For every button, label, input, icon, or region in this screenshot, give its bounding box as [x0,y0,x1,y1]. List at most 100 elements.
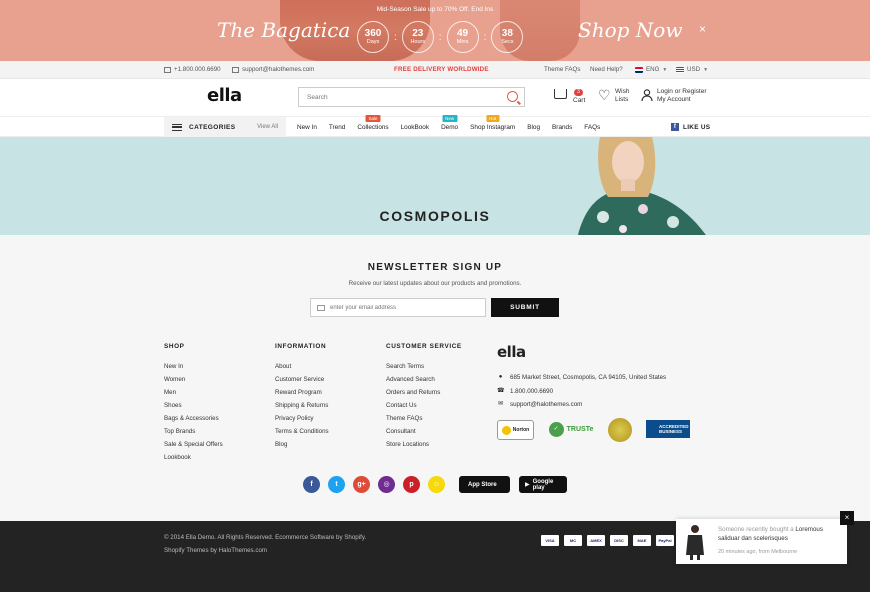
categories-menu-button[interactable]: CATEGORIES View All [164,117,286,137]
phone-contact[interactable]: +1.800.000.6690 [164,66,221,73]
footer-link[interactable]: Blog [275,438,329,451]
footer-contact-column: ella ● 685 Market Street, Cosmopolis, CA … [497,343,666,412]
promo-banner[interactable]: Mid-Season Sale up to 70% Off. End Ins T… [0,0,870,61]
footer-logo[interactable]: ella [497,343,666,361]
hero-banner[interactable]: COSMOPOLIS [0,137,870,235]
search-input[interactable] [299,88,499,106]
norton-secured-badge: Norton [497,420,534,440]
google-play-button[interactable]: ▶ Google play [519,476,567,493]
facebook-like-link[interactable]: f LIKE US [671,123,710,131]
footer-link[interactable]: Privacy Policy [275,412,329,425]
footer-link[interactable]: Top Brands [164,425,223,438]
newsletter-field [310,298,486,317]
footer-link[interactable]: Shipping & Returns [275,399,329,412]
newsletter-submit-button[interactable]: SUBMIT [491,298,559,317]
nav-link-trend[interactable]: Trend [329,124,345,131]
us-flag-icon [676,66,684,73]
social-links: f t g+ ◎ p ☺ [303,476,445,493]
countdown-secs: 38 Secs [491,21,524,53]
footer-link[interactable]: Reward Program [275,386,329,399]
user-icon [641,89,653,101]
like-us-label: LIKE US [683,123,711,131]
countdown-timer: 360 Days : 23 Hours : 49 Mins : 38 Secs [357,21,524,53]
facebook-icon[interactable]: f [303,476,320,493]
footer-link[interactable]: Shoes [164,399,223,412]
site-logo[interactable]: ella [207,85,242,106]
language-selector[interactable]: ENG ▼ [635,66,667,73]
footer-link[interactable]: Advanced Search [386,373,462,386]
pinterest-icon[interactable]: p [403,476,420,493]
themes-by-link[interactable]: Shopify Themes by HaloThemes.com [164,547,267,554]
footer-link[interactable]: New In [164,360,223,373]
location-pin-icon: ● [498,374,503,381]
currency-value: USD [687,66,701,73]
footer-link[interactable]: Customer Service [275,373,329,386]
nav-link-demo[interactable]: Demo New [441,115,458,131]
footer-link[interactable]: About [275,360,329,373]
footer-link[interactable]: Search Terms [386,360,462,373]
login-register-link[interactable]: Login or Register [657,88,717,96]
footer-customer-service-column: CUSTOMER SERVICE Search Terms Advanced Se… [386,343,462,451]
footer-phone[interactable]: ☎ 1.800.000.6690 [497,385,666,399]
snapchat-icon[interactable]: ☺ [428,476,445,493]
footer-link[interactable]: Consultant [386,425,462,438]
footer-link[interactable]: Women [164,373,223,386]
nav-link-faqs[interactable]: FAQs [584,124,600,131]
nav-link-brands[interactable]: Brands [552,124,572,131]
close-icon[interactable]: × [840,511,854,525]
cart-count-badge: 3 [574,89,583,96]
gold-seal-badge [608,418,632,442]
nav-link-lookbook[interactable]: LookBook [401,124,429,131]
need-help-link[interactable]: Need Help? [590,66,623,73]
email-contact[interactable]: support@halothemes.com [232,66,314,73]
close-icon[interactable]: × [699,22,706,36]
footer-shop-title: SHOP [164,343,185,350]
footer-link[interactable]: Store Locations [386,438,462,451]
nav-badge-new: New [442,115,458,122]
nav-link-new-in[interactable]: New In [297,124,317,131]
view-all-link[interactable]: View All [257,124,278,130]
mail-icon: ✉ [497,401,504,408]
footer-link[interactable]: Bags & Accessories [164,412,223,425]
footer-address: ● 685 Market Street, Cosmopolis, CA 94105… [498,374,667,381]
payment-mc-icon: MC [564,535,582,546]
currency-selector[interactable]: USD ▼ [676,66,708,73]
main-nav: CATEGORIES View All New In Trend Collectio… [0,115,870,137]
twitter-icon[interactable]: t [328,476,345,493]
footer-link[interactable]: Contact Us [386,399,462,412]
mail-icon [232,66,239,73]
payment-icons: VISA MC AMEX DISC MAE PayPal [541,535,674,546]
nav-link-shop-instagram[interactable]: Shop Instagram Hot [470,115,515,131]
countdown-days: 360 Days [357,21,389,53]
app-store-button[interactable]: App Store [459,476,510,493]
shop-now-link[interactable]: Shop Now [578,18,682,42]
language-value: ENG [646,66,660,73]
footer-link[interactable]: Orders and Returns [386,386,462,399]
footer-link[interactable]: Sale & Special Offers [164,438,223,451]
footer-link[interactable]: Theme FAQs [386,412,462,425]
phone-icon [164,66,171,73]
bbb-badge: ACCREDITED BUSINESS [646,420,690,438]
instagram-icon[interactable]: ◎ [378,476,395,493]
footer-link[interactable]: Lookbook [164,451,223,464]
footer-email[interactable]: ✉ support@halothemes.com [497,398,666,412]
facebook-icon: f [671,123,679,131]
recent-purchase-popup[interactable]: Someone recently bought a Loremous salid… [676,519,847,564]
heart-icon: ♡ [598,87,611,103]
payment-paypal-icon: PayPal [656,535,674,546]
google-plus-icon[interactable]: g+ [353,476,370,493]
footer-link[interactable]: Terms & Conditions [275,425,329,438]
categories-label: CATEGORIES [189,123,236,131]
footer-link[interactable]: Men [164,386,223,399]
free-delivery-notice: FREE DELIVERY WORLDWIDE [394,66,489,73]
nav-link-collections[interactable]: Collections Sale [357,115,389,131]
nav-link-blog[interactable]: Blog [527,124,540,131]
theme-faqs-link[interactable]: Theme FAQs [544,66,580,73]
mail-icon [317,304,325,311]
truste-seal-icon: ✓ [548,421,564,437]
search-icon[interactable] [507,91,518,102]
uk-flag-icon [635,66,643,73]
newsletter-email-input[interactable] [330,304,480,311]
footer-information-title: INFORMATION [275,343,327,350]
search-box [298,87,525,107]
